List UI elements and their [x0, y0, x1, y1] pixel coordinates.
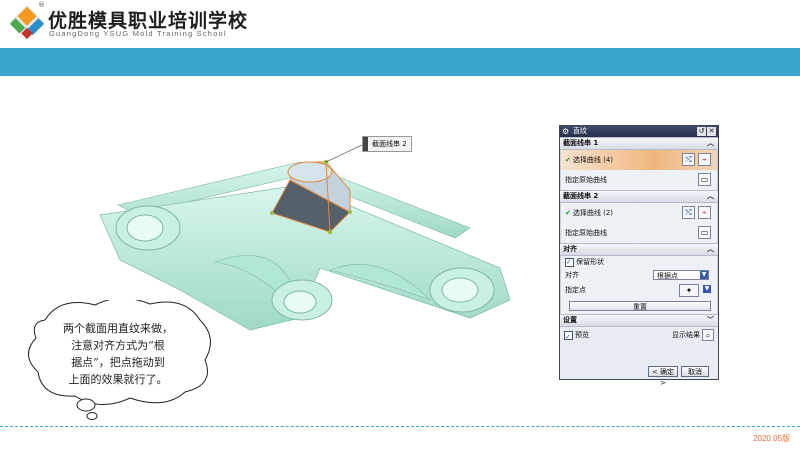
- chevron-up-icon: ︿: [707, 192, 714, 200]
- footer-divider: [0, 426, 800, 427]
- point-dialog-icon[interactable]: ✦: [679, 284, 699, 297]
- chevron-down-icon: ▼: [700, 271, 708, 279]
- reverse-direction-icon[interactable]: ⤭: [682, 153, 695, 166]
- section-string-1-header[interactable]: 截面线串 1 ︿: [560, 137, 718, 150]
- registered-mark: ®: [38, 1, 45, 9]
- reset-button[interactable]: 重置: [569, 301, 711, 311]
- brand-name-en: GuangDong YSUG Mold Training School: [49, 29, 227, 38]
- magnifier-icon[interactable]: ⌕: [702, 329, 714, 341]
- label-grip: [363, 137, 368, 151]
- settings-header[interactable]: 设置 ﹀: [560, 314, 718, 327]
- chevron-down-icon: ﹀: [707, 316, 714, 324]
- ok-button[interactable]: < 确定 >: [648, 366, 678, 387]
- select-curve-1[interactable]: ✔ 选择曲线 (4) ⤭ ⌁: [561, 150, 717, 170]
- gear-icon[interactable]: ⚙: [562, 126, 569, 137]
- section-string-label[interactable]: 截面线串 2: [362, 136, 412, 152]
- reset-dialog-icon[interactable]: ↺: [697, 127, 706, 136]
- keep-shape-checkbox[interactable]: [565, 256, 574, 269]
- select-curve-2[interactable]: ✔ 选择曲线 (2) ⤭ ⌁: [561, 203, 717, 223]
- cancel-button[interactable]: 取消: [681, 366, 709, 377]
- alignment-header[interactable]: 对齐 ︿: [560, 243, 718, 256]
- curve-rule-icon[interactable]: ⌁: [698, 206, 711, 219]
- alignment-row: 对齐 根据点 ▼: [561, 269, 717, 282]
- specify-origin-curve-2[interactable]: 指定原始曲线 ▭: [561, 223, 717, 243]
- keep-shape-option[interactable]: 保留形状: [561, 256, 717, 269]
- origin-curve-icon[interactable]: ▭: [698, 226, 711, 239]
- show-result-label: 显示结果: [672, 331, 700, 339]
- header-band: [0, 48, 800, 76]
- check-icon: ✔: [565, 209, 571, 217]
- preview-row: 预览 显示结果 ⌕: [560, 327, 718, 345]
- specify-point-row: 指定点 ✦ ▼: [565, 284, 711, 297]
- chevron-up-icon: ︿: [707, 245, 714, 253]
- curve-rule-icon[interactable]: ⌁: [698, 153, 711, 166]
- note-text: 两个截面用直纹来做， 注意对齐方式为“根 据点”，把点拖动到 上面的效果就行了。: [63, 322, 173, 386]
- reverse-direction-icon[interactable]: ⤭: [682, 206, 695, 219]
- version-label: 2020.05版: [753, 434, 790, 443]
- dialog-title-bar: ⚙ 直纹 ↺ ✕: [560, 126, 718, 137]
- chevron-up-icon: ︿: [707, 139, 714, 147]
- close-icon[interactable]: ✕: [707, 127, 716, 136]
- ruled-dialog: ⚙ 直纹 ↺ ✕ 截面线串 1 ︿ ✔ 选择曲线 (4) ⤭ ⌁ 指定原始曲线 ▭…: [559, 125, 719, 387]
- chevron-down-icon[interactable]: ▼: [703, 285, 711, 293]
- preview-checkbox[interactable]: [564, 329, 573, 345]
- anchor-point-bottom[interactable]: [327, 229, 333, 235]
- origin-curve-icon[interactable]: ▭: [698, 173, 711, 186]
- alignment-select[interactable]: 根据点 ▼: [653, 270, 709, 280]
- check-icon: ✔: [565, 156, 571, 164]
- section-curve-2[interactable]: [287, 161, 333, 183]
- section-string-2-header[interactable]: 截面线串 2 ︿: [560, 190, 718, 203]
- specify-origin-curve-1[interactable]: 指定原始曲线 ▭: [561, 170, 717, 190]
